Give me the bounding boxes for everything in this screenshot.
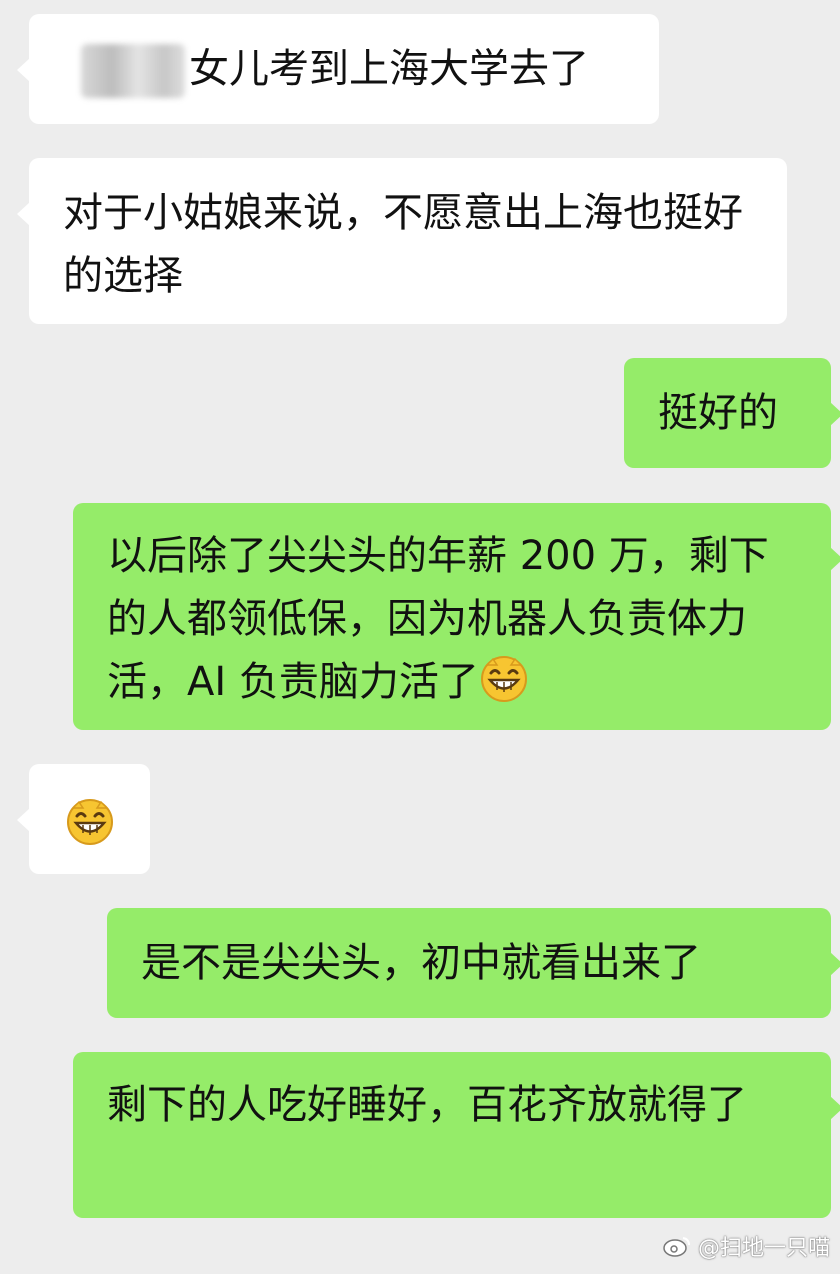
weibo-logo-icon (663, 1237, 690, 1257)
message-text: 剩下的人吃好睡好，百花齐放就得了 (107, 1082, 747, 1128)
message-bubble-3[interactable]: 挺好的 (624, 358, 840, 468)
blurred-name (81, 44, 185, 98)
watermark: @扫地一只喵 (662, 1230, 830, 1262)
message-bubble-4[interactable]: 以后除了尖尖头的年薪 200 万，剩下的人都领低保，因为机器人负责体力活，AI … (73, 503, 840, 730)
message-bubble-7[interactable]: 剩下的人吃好睡好，百花齐放就得了 (73, 1052, 840, 1218)
message-bubble-5[interactable] (17, 764, 150, 874)
message-text: 女儿考到上海大学去了 (81, 38, 635, 101)
message-bubble-1[interactable]: 女儿考到上海大学去了 (17, 14, 659, 124)
watermark-text: @扫地一只喵 (697, 1236, 830, 1261)
message-text: 挺好的 (658, 390, 778, 436)
grin-emoji-icon (65, 796, 115, 846)
message-bubble-6[interactable]: 是不是尖尖头，初中就看出来了 (107, 908, 840, 1018)
message-bubble-2[interactable]: 对于小姑娘来说，不愿意出上海也挺好的选择 (17, 158, 787, 324)
grin-emoji-icon (479, 653, 529, 703)
message-text: 是不是尖尖头，初中就看出来了 (141, 940, 701, 986)
message-text: 以后除了尖尖头的年薪 200 万，剩下的人都领低保，因为机器人负责体力活，AI … (107, 533, 769, 705)
message-text: 对于小姑娘来说，不愿意出上海也挺好的选择 (63, 190, 743, 299)
